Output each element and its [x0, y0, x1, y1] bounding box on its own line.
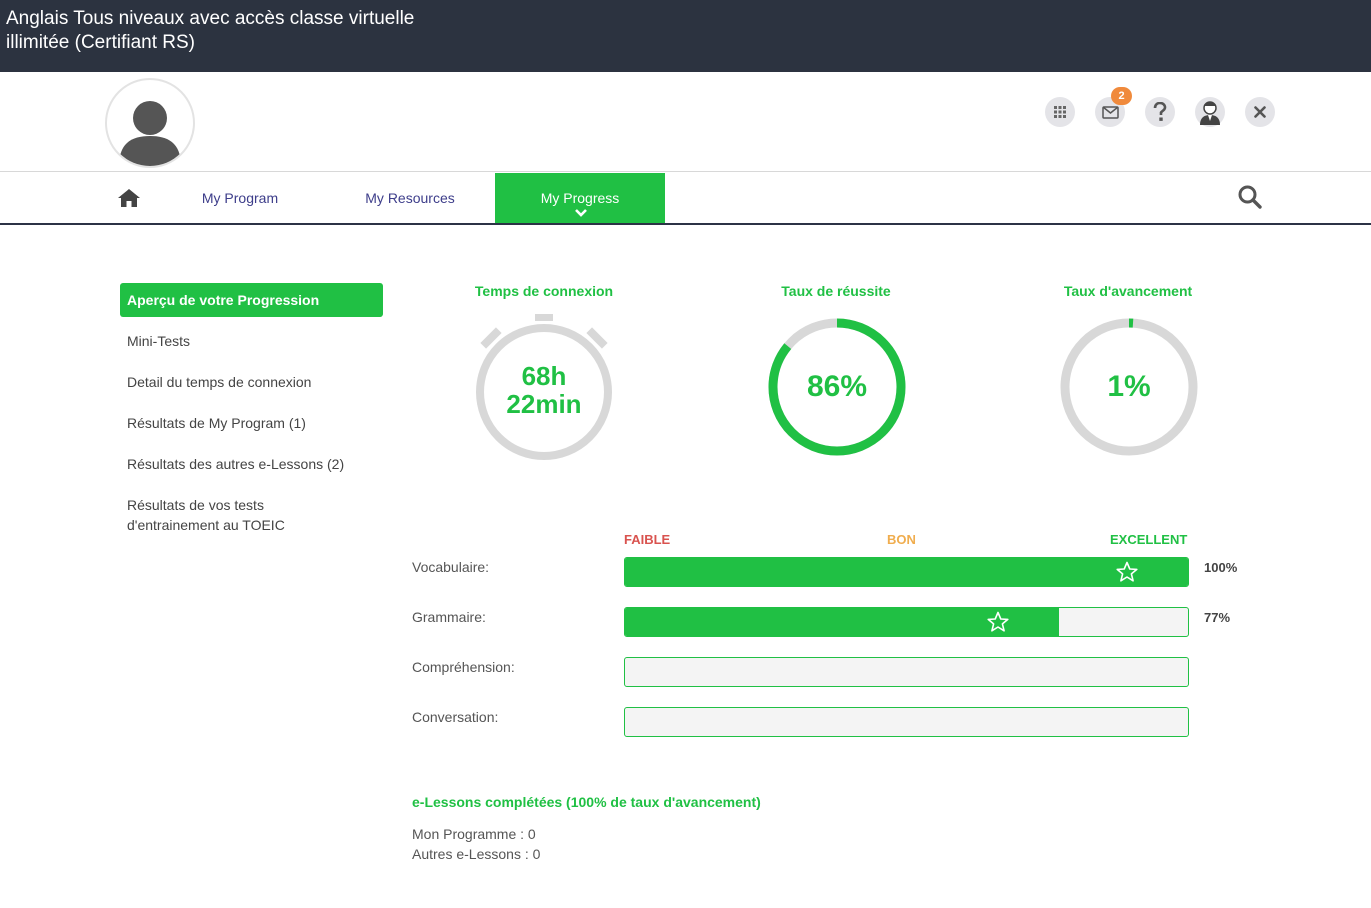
apps-grid-button[interactable] — [1045, 97, 1075, 127]
lessons-programme: Mon Programme : 0 — [412, 826, 536, 842]
main-nav: My Program My Resources My Progress — [0, 173, 1371, 225]
sidebar-item-resultats-my-program[interactable]: Résultats de My Program (1) — [127, 413, 377, 433]
home-icon — [118, 189, 140, 207]
search-button[interactable] — [1237, 184, 1263, 210]
mail-icon — [1101, 105, 1119, 119]
search-icon — [1238, 185, 1262, 209]
lessons-autres: Autres e-Lessons : 0 — [412, 846, 541, 862]
scale-faible: FAIBLE — [624, 532, 671, 547]
skill-bar-grammaire — [624, 607, 1189, 637]
scale-bon: BON — [887, 532, 916, 547]
sidebar-item-temps-connexion[interactable]: Detail du temps de connexion — [127, 372, 377, 392]
help-icon — [1153, 102, 1167, 121]
skill-bar-comprehension — [624, 657, 1189, 687]
scale-excellent: EXCELLENT — [1110, 532, 1188, 547]
skill-label-grammaire: Grammaire: — [412, 609, 486, 625]
star-icon — [986, 611, 1009, 632]
avatar[interactable] — [105, 78, 195, 168]
skill-pct-vocabulaire: 100% — [1204, 560, 1238, 575]
skill-label-vocabulaire: Vocabulaire: — [412, 559, 490, 575]
chevron-down-icon — [573, 206, 589, 218]
apps-grid-icon — [1054, 106, 1066, 118]
reussite-title: Taux de réussite — [781, 283, 891, 299]
connexion-hours: 68h — [521, 361, 567, 391]
course-title: Anglais Tous niveaux avec accès classe v… — [6, 8, 415, 53]
sidebar-item-resultats-toeic[interactable]: Résultats de vos tests d'entrainement au… — [127, 495, 327, 535]
reussite-value: 86% — [806, 370, 868, 403]
help-button[interactable] — [1145, 97, 1175, 127]
connexion-minutes: 22min — [506, 389, 582, 419]
sidebar-item-apercu[interactable]: Aperçu de votre Progression — [120, 283, 383, 317]
close-icon — [1254, 106, 1266, 118]
avatar-placeholder-icon — [119, 101, 181, 166]
tab-my-program[interactable]: My Program — [185, 173, 295, 223]
star-icon — [1116, 561, 1138, 582]
skill-label-comprehension: Compréhension: — [412, 659, 515, 675]
user-profile-icon — [1200, 101, 1220, 125]
skill-fill — [625, 558, 1188, 586]
tab-my-resources[interactable]: My Resources — [350, 173, 470, 223]
skill-bar-vocabulaire — [624, 557, 1189, 587]
connexion-title: Temps de connexion — [474, 283, 614, 299]
skill-bar-conversation — [624, 707, 1189, 737]
avancement-value: 1% — [1107, 370, 1151, 403]
user-profile-button[interactable] — [1195, 97, 1225, 127]
home-button[interactable] — [117, 188, 143, 210]
skill-label-conversation: Conversation: — [412, 709, 499, 725]
mail-count-badge: 2 — [1111, 87, 1132, 105]
avancement-title: Taux d'avancement — [1063, 283, 1193, 299]
close-button[interactable] — [1245, 97, 1275, 127]
title-bar: Anglais Tous niveaux avec accès classe v… — [0, 0, 1371, 72]
sidebar-item-resultats-e-lessons[interactable]: Résultats des autres e-Lessons (2) — [127, 454, 377, 474]
header: 2 — [0, 72, 1371, 172]
skill-pct-grammaire: 77% — [1204, 610, 1231, 625]
lessons-title: e-Lessons complétées (100% de taux d'ava… — [412, 794, 761, 810]
sidebar-item-mini-tests[interactable]: Mini-Tests — [127, 331, 377, 351]
